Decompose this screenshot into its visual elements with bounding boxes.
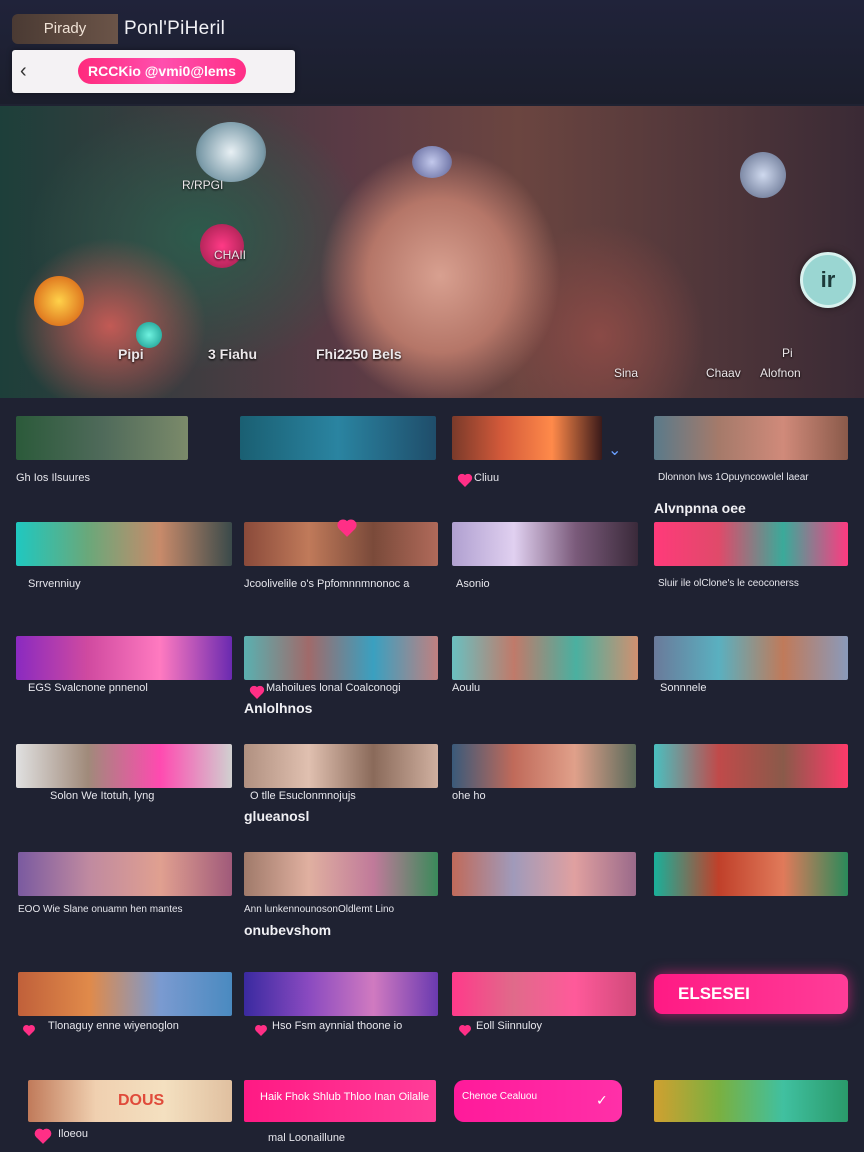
card-caption: ohe ho [452,790,486,802]
search-logo: RCCKio @vmi0@lems [78,58,246,84]
card-caption: Tlonaguy enne wiyenoglon [48,1020,179,1032]
check-icon: ✓ [596,1092,608,1108]
hero-action-button[interactable]: ir [800,252,856,308]
bokeh-decoration [34,276,84,326]
heart-icon [256,1026,266,1036]
card-thumbnail[interactable] [654,636,848,680]
chevron-left-icon[interactable]: ‹ [20,60,27,83]
card-thumbnail[interactable] [18,972,232,1016]
card-thumbnail[interactable] [244,636,438,680]
hero-label: 3 Fiahu [208,346,258,362]
card-thumbnail[interactable] [18,852,232,896]
heart-icon [36,1130,50,1144]
card-subheading: Alvnpnna oee [654,500,746,516]
hero-label: Pipi [118,346,144,362]
card-caption: Asonio [456,578,490,590]
card-subheading: glueanosl [244,808,310,824]
card-caption: Sonnnele [660,682,707,694]
ready-button[interactable]: Pirady [12,14,118,44]
card-subheading: Chenoe Cealuou [462,1091,538,1102]
card-thumbnail[interactable] [16,636,232,680]
card-caption: Hso Fsm aynnial thoone io [272,1020,403,1032]
hero-label: Fhi2250 Bels [316,346,402,362]
heart-icon [251,687,263,699]
card-thumbnail[interactable] [16,744,232,788]
heart-icon [459,475,471,487]
hero-label: R/RPGI [182,178,224,192]
card-thumbnail[interactable] [452,852,636,896]
bokeh-decoration [136,322,162,348]
card-caption: Srrvenniuy [28,578,81,590]
card-caption: Sluir ile olClone's le ceoconerss [658,578,799,589]
top-bar: Pirady Ponl'PiHeril ‹ RCCKio @vmi0@lems [0,0,864,104]
card-thumbnail[interactable] [244,852,438,896]
card-subheading: DOUS [118,1092,165,1109]
card-caption: mal Loonaillune [268,1132,346,1144]
card-thumbnail[interactable] [244,972,438,1016]
card-subheading: onubevshom [244,922,332,938]
card-thumbnail[interactable] [452,522,638,566]
bokeh-decoration [740,152,786,198]
heart-icon [24,1026,34,1036]
hero-label: CHAII [214,248,247,262]
promo-button[interactable]: ELSESEI [654,974,848,1014]
card-caption: Cliuu [474,472,500,484]
heart-icon [460,1026,470,1036]
card-thumbnail[interactable] [654,416,848,460]
hero-label: Alofnon [760,366,801,380]
card-caption: Gh Ios Ilsuures [16,472,90,484]
card-thumbnail[interactable] [654,522,848,566]
hero-label: Pi [782,346,793,360]
card-thumbnail[interactable] [452,416,602,460]
app-title: Ponl'PiHeril [124,18,226,39]
search-bar[interactable]: ‹ RCCKio @vmi0@lems [12,50,295,93]
card-caption: O tlle Esuclonmnojujs [250,790,356,802]
hero-banner[interactable]: R/RPGI CHAII Pipi 3 Fiahu Fhi2250 Bels P… [0,106,864,398]
card-caption: Eoll Siinnuloy [476,1020,543,1032]
bokeh-decoration [196,122,266,182]
card-thumbnail[interactable] [240,416,436,460]
card-caption: Iloeou [58,1128,88,1140]
bokeh-decoration [412,146,452,178]
card-caption: Jcoolivelile o's Ppfomnnmnonoc a [244,578,410,590]
card-caption: EGS Svalcnone pnnenol [28,682,148,694]
card-caption: Ann lunkennounosonOldlemt Lino [244,904,395,915]
card-thumbnail[interactable] [654,1080,848,1122]
card-thumbnail[interactable] [244,744,438,788]
card-thumbnail[interactable] [452,636,638,680]
card-caption: Solon We Itotuh, lyng [50,790,155,802]
card-thumbnail[interactable] [16,522,232,566]
card-thumbnail[interactable] [654,744,848,788]
card-subheading: Haik Fhok Shlub Thloo Inan Oilalle [260,1091,430,1103]
hero-label: Sina [614,366,639,380]
card-caption: Mahoilues lonal Coalconogi [266,682,401,694]
card-thumbnail[interactable] [452,744,636,788]
card-thumbnail[interactable] [16,416,188,460]
card-caption: EOO Wie Slane onuamn hen mantes [18,904,183,915]
card-caption: Aoulu [452,682,481,694]
card-thumbnail[interactable] [654,852,848,896]
card-caption: Dlonnon lws 1Opuyncowolel laear [658,472,809,483]
hero-label: Chaav [706,366,741,380]
card-subheading: Anlolhnos [244,700,313,716]
card-thumbnail[interactable] [452,972,636,1016]
chevron-down-icon[interactable]: ⌄ [608,440,621,460]
